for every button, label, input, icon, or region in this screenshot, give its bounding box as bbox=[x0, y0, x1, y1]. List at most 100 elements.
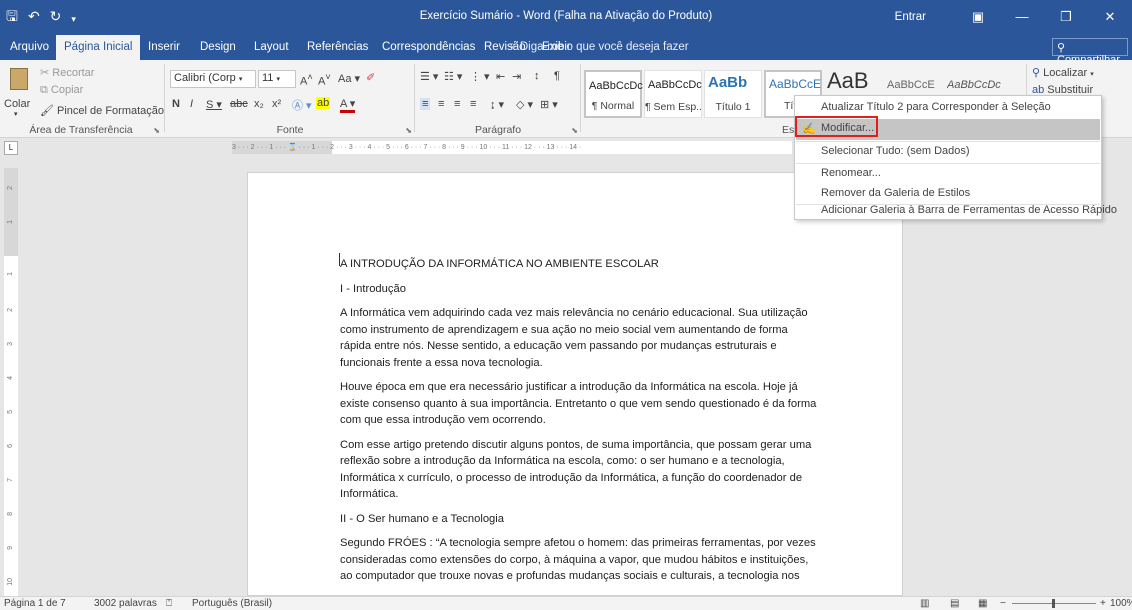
tab-selector-icon[interactable]: L bbox=[4, 141, 18, 155]
style-name: ¶ Sem Esp... bbox=[645, 101, 701, 113]
style-preview: AaBbCcE bbox=[887, 79, 935, 91]
dialog-launcher-icon[interactable]: ⬊ bbox=[405, 126, 412, 135]
paste-button[interactable]: Colar ▾ bbox=[4, 64, 34, 118]
close-icon[interactable]: ✕ bbox=[1088, 9, 1132, 25]
ruler-number: 5 bbox=[7, 410, 14, 414]
clipboard-icon bbox=[10, 68, 28, 90]
ruler-ticks: 3 · · · 2 · · · 1 · · · ⌛ · · · 1 · · · … bbox=[232, 144, 582, 151]
paragraph-group-label: Parágrafo bbox=[474, 124, 522, 136]
group-divider bbox=[414, 64, 415, 132]
zoom-slider-thumb[interactable] bbox=[1052, 599, 1055, 608]
doc-paragraph: Com esse artigo pretendo discutir alguns… bbox=[340, 438, 812, 501]
document-body[interactable]: A INTRODUÇÃO DA INFORMÁTICA NO AMBIENTE … bbox=[340, 256, 820, 593]
zoom-out-icon[interactable]: − bbox=[1000, 598, 1006, 609]
shading-icon[interactable]: ◇ ▾ bbox=[516, 98, 533, 111]
align-right-icon[interactable]: ≡ bbox=[454, 98, 460, 110]
person-icon: ⚲ bbox=[1057, 42, 1066, 54]
word-count[interactable]: 3002 palavras bbox=[94, 598, 157, 609]
increase-indent-icon[interactable]: ⇥ bbox=[512, 70, 521, 83]
borders-icon[interactable]: ⊞ ▾ bbox=[540, 98, 558, 111]
subscript-icon[interactable]: x₂ bbox=[254, 98, 264, 110]
print-layout-icon[interactable]: ▤ bbox=[950, 598, 959, 609]
chevron-down-icon: ▾ bbox=[14, 111, 18, 118]
ribbon-tabs: Arquivo Página Inicial Inserir Design La… bbox=[0, 33, 1132, 66]
font-size-combo[interactable]: 11 ▾ bbox=[258, 70, 296, 88]
underline-icon[interactable]: S ▾ bbox=[206, 98, 222, 111]
horizontal-ruler[interactable]: 3 · · · 2 · · · 1 · · · ⌛ · · · 1 · · · … bbox=[232, 141, 792, 154]
tab-arquivo[interactable]: Arquivo bbox=[10, 41, 49, 53]
change-case-icon[interactable]: Aa ▾ bbox=[338, 72, 360, 85]
tab-design[interactable]: Design bbox=[200, 41, 236, 53]
style-preview: AaBbCcDc bbox=[589, 80, 643, 92]
font-color-icon[interactable]: A ▾ bbox=[340, 97, 356, 113]
copy-icon: ⧉ bbox=[40, 84, 51, 96]
strikethrough-icon[interactable]: abc bbox=[230, 98, 248, 110]
minimize-icon[interactable]: — bbox=[1000, 9, 1044, 24]
menu-item-remove-from-gallery[interactable]: Remover da Galeria de Estilos bbox=[796, 184, 1100, 205]
tab-correspondencias[interactable]: Correspondências bbox=[382, 41, 475, 53]
ribbon-display-icon[interactable]: ▣ bbox=[956, 9, 1000, 25]
ruler-number: 8 bbox=[7, 512, 14, 516]
pilcrow-icon[interactable]: ¶ bbox=[554, 70, 560, 82]
doc-heading: I - Introdução bbox=[340, 282, 406, 295]
menu-item-label: Atualizar Título 2 para Corresponder à S… bbox=[821, 101, 1051, 113]
align-left-icon[interactable]: ≡ bbox=[420, 98, 431, 110]
line-spacing-icon[interactable]: ↨ ▾ bbox=[490, 98, 504, 111]
dialog-launcher-icon[interactable]: ⬊ bbox=[153, 126, 160, 135]
clipboard-group-label: Área de Transferência bbox=[29, 124, 133, 136]
read-mode-icon[interactable]: ▥ bbox=[920, 598, 929, 609]
menu-item-label: Renomear... bbox=[821, 167, 881, 179]
tell-me-box[interactable]: ♀ Diga-me o que você deseja fazer bbox=[508, 41, 689, 53]
cut-button[interactable]: ✂ Recortar bbox=[40, 66, 94, 79]
style-sem-espacamento[interactable]: AaBbCcDc ¶ Sem Esp... bbox=[644, 70, 702, 118]
bold-icon[interactable]: N bbox=[172, 98, 180, 110]
grow-font-icon[interactable]: A˄ bbox=[300, 72, 313, 88]
doc-paragraph: Houve época em que era necessário justif… bbox=[340, 381, 817, 426]
multilevel-list-icon[interactable]: ⋮ ▾ bbox=[470, 70, 490, 83]
format-painter-button[interactable]: 🖌 Pincel de Formatação bbox=[40, 104, 164, 117]
numbering-icon[interactable]: ☷ ▾ bbox=[444, 70, 462, 83]
scissors-icon: ✂ bbox=[40, 67, 53, 79]
web-layout-icon[interactable]: ▦ bbox=[978, 598, 987, 609]
signin-link[interactable]: Entrar bbox=[895, 11, 926, 23]
zoom-level[interactable]: 100% bbox=[1110, 598, 1132, 609]
tab-pagina-inicial[interactable]: Página Inicial bbox=[56, 35, 141, 60]
font-size-value: 11 bbox=[262, 72, 274, 84]
zoom-in-icon[interactable]: + bbox=[1100, 598, 1106, 609]
paragraph-group: ☰ ▾ ☷ ▾ ⋮ ▾ ⇤ ⇥ ↕ ¶ ≡ ≡ ≡ ≡ ↨ ▾ ◇ ▾ ⊞ ▾ … bbox=[416, 60, 580, 138]
tab-referencias[interactable]: Referências bbox=[307, 41, 368, 53]
ruler-number: 6 bbox=[7, 444, 14, 448]
vertical-ruler[interactable]: 2 1 1 2 3 4 5 6 7 8 9 10 bbox=[4, 168, 18, 596]
ruler-number: 7 bbox=[7, 478, 14, 482]
menu-item-add-to-qat[interactable]: Adicionar Galeria à Barra de Ferramentas… bbox=[796, 203, 1117, 220]
italic-icon[interactable]: I bbox=[190, 98, 193, 110]
decrease-indent-icon[interactable]: ⇤ bbox=[496, 70, 505, 83]
share-button[interactable]: ⚲ Compartilhar bbox=[1052, 38, 1128, 66]
justify-icon[interactable]: ≡ bbox=[470, 98, 476, 110]
superscript-icon[interactable]: x² bbox=[272, 98, 281, 110]
highlight-icon[interactable]: ab bbox=[316, 97, 331, 109]
copy-button[interactable]: ⧉ Copiar bbox=[40, 84, 83, 97]
sort-icon[interactable]: ↕ bbox=[534, 70, 540, 82]
menu-item-rename[interactable]: Renomear... bbox=[796, 164, 1100, 185]
menu-item-select-all[interactable]: Selecionar Tudo: (sem Dados) bbox=[796, 142, 1100, 163]
ruler-number: 1 bbox=[7, 220, 14, 224]
font-name-value: Calibri (Corp bbox=[174, 72, 236, 84]
tab-inserir[interactable]: Inserir bbox=[148, 41, 180, 53]
page-count[interactable]: Página 1 de 7 bbox=[4, 598, 66, 609]
chevron-down-icon: ▾ bbox=[1090, 71, 1094, 78]
font-name-combo[interactable]: Calibri (Corp ▾ bbox=[170, 70, 256, 88]
language[interactable]: Português (Brasil) bbox=[192, 598, 272, 609]
bullets-icon[interactable]: ☰ ▾ bbox=[420, 70, 438, 83]
restore-icon[interactable]: ❐ bbox=[1044, 9, 1088, 25]
text-effects-icon[interactable]: Ⓐ ▾ bbox=[292, 97, 312, 113]
find-button[interactable]: ⚲ Localizar ▾ bbox=[1032, 66, 1094, 79]
clear-format-icon[interactable]: ✐ bbox=[366, 71, 375, 84]
dialog-launcher-icon[interactable]: ⬊ bbox=[571, 126, 578, 135]
align-center-icon[interactable]: ≡ bbox=[438, 98, 444, 110]
proofing-icon[interactable]: ⍞ bbox=[166, 598, 172, 609]
style-titulo-1[interactable]: AaBb Título 1 bbox=[704, 70, 762, 118]
style-normal[interactable]: AaBbCcDc ¶ Normal bbox=[584, 70, 643, 118]
tab-layout[interactable]: Layout bbox=[254, 41, 289, 53]
shrink-font-icon[interactable]: A˅ bbox=[318, 72, 331, 88]
